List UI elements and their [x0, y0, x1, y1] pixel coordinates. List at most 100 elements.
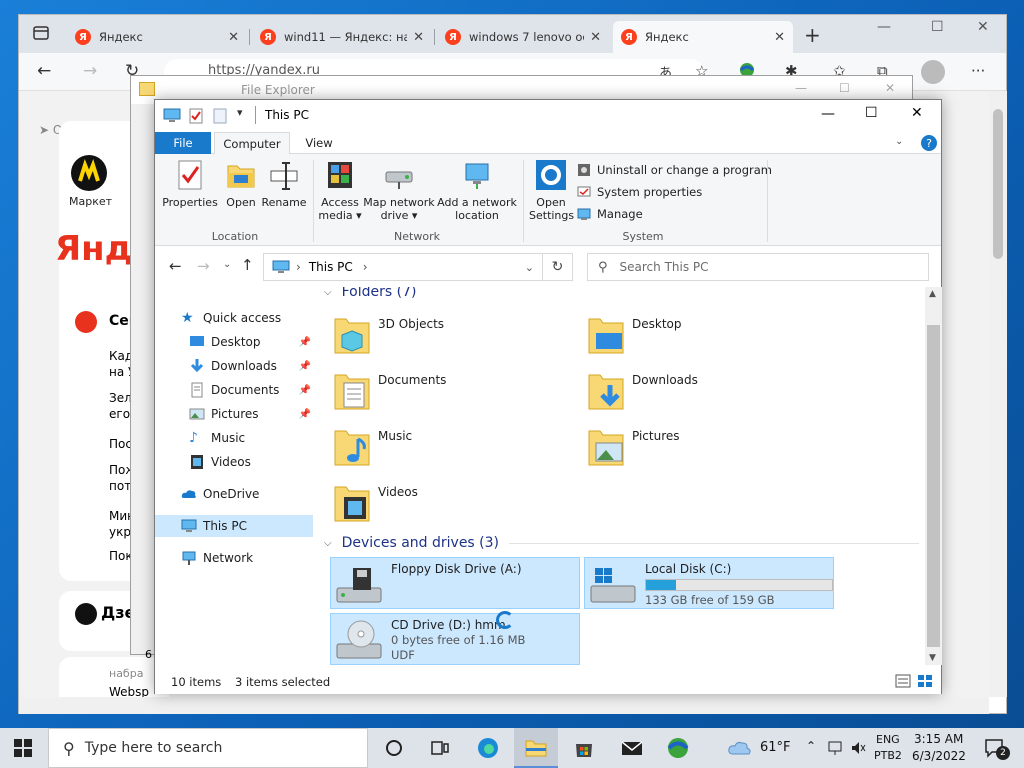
- vertical-scrollbar[interactable]: ▲ ▼: [925, 287, 942, 665]
- file-explorer-window[interactable]: ▾ This PC — ☐ ✕ File Computer View ⌄ ? P…: [154, 99, 942, 694]
- properties-button[interactable]: Properties: [162, 158, 218, 209]
- nav-item-desktop[interactable]: Desktop 📌: [155, 331, 315, 353]
- cortana-icon[interactable]: [382, 736, 406, 760]
- close-icon[interactable]: ✕: [228, 30, 239, 45]
- tab-file[interactable]: File: [155, 132, 211, 154]
- search-input[interactable]: ⚲ Search This PC: [587, 253, 929, 281]
- new-folder-quick-icon[interactable]: [213, 108, 227, 127]
- folders-section-header[interactable]: ⌵ Folders (7): [324, 287, 416, 300]
- manage-button[interactable]: Manage: [577, 204, 643, 224]
- nav-item-downloads[interactable]: Downloads 📌: [155, 355, 315, 377]
- windows-start-icon[interactable]: [14, 739, 32, 760]
- refresh-button[interactable]: ↻: [543, 253, 573, 281]
- devices-section-header[interactable]: ⌵ Devices and drives (3): [324, 535, 919, 551]
- minimize-icon[interactable]: —: [795, 81, 807, 95]
- edge-browser-icon[interactable]: [476, 736, 500, 760]
- forward-arrow-icon[interactable]: →: [197, 257, 210, 275]
- close-icon[interactable]: ✕: [885, 81, 895, 95]
- access-media-button[interactable]: Access media ▾: [318, 158, 362, 222]
- language-indicator[interactable]: ENG: [876, 733, 900, 746]
- pin-icon[interactable]: 📌: [299, 361, 311, 372]
- keyboard-layout[interactable]: PTB2: [874, 749, 902, 762]
- help-icon[interactable]: ?: [921, 135, 937, 151]
- browser-horizontal-scrollbar[interactable]: [19, 697, 989, 714]
- nav-item-documents[interactable]: Documents 📌: [155, 379, 315, 401]
- minimize-icon[interactable]: —: [821, 106, 835, 122]
- market-logo-icon[interactable]: [71, 155, 107, 191]
- news-line[interactable]: Зел: [109, 391, 132, 405]
- scroll-up-icon[interactable]: ▲: [929, 289, 936, 299]
- browser-tab-active[interactable]: Я Яндекс ✕: [613, 21, 793, 53]
- browser-tab[interactable]: Я windows 7 lenovo oe ✕: [437, 21, 609, 53]
- store-icon[interactable]: [572, 736, 596, 760]
- pin-icon[interactable]: 📌: [299, 337, 311, 348]
- network-icon[interactable]: [828, 740, 844, 759]
- nav-item-this-pc[interactable]: This PC: [155, 515, 313, 537]
- profile-avatar[interactable]: [921, 60, 945, 84]
- close-icon[interactable]: ✕: [413, 30, 424, 45]
- drive-item-local-disk[interactable]: Local Disk (C:) 133 GB free of 159 GB: [584, 557, 834, 609]
- open-button[interactable]: Open: [221, 158, 261, 209]
- map-network-drive-button[interactable]: Map network drive ▾: [363, 158, 435, 222]
- nav-item-music[interactable]: ♪ Music: [155, 427, 315, 449]
- tab-computer[interactable]: Computer: [214, 132, 290, 155]
- nav-item-pictures[interactable]: Pictures 📌: [155, 403, 315, 425]
- news-line[interactable]: Пос: [109, 437, 132, 451]
- uninstall-program-button[interactable]: Uninstall or change a program: [577, 160, 772, 180]
- folder-item-documents[interactable]: Documents: [332, 369, 572, 421]
- minimize-icon[interactable]: —: [877, 19, 891, 35]
- scrollbar-thumb[interactable]: [993, 109, 1003, 259]
- back-arrow-icon[interactable]: ←: [169, 257, 182, 275]
- news-line[interactable]: его: [109, 407, 130, 421]
- close-icon[interactable]: ✕: [590, 30, 601, 45]
- close-icon[interactable]: ✕: [774, 30, 785, 45]
- open-settings-button[interactable]: Open Settings: [529, 158, 574, 222]
- weather-cloud-icon[interactable]: [728, 738, 752, 759]
- folder-item-desktop[interactable]: Desktop: [586, 313, 826, 365]
- maximize-icon[interactable]: ☐: [931, 19, 944, 35]
- close-window-icon[interactable]: ✕: [977, 19, 989, 35]
- nav-item-onedrive[interactable]: OneDrive: [155, 483, 315, 505]
- rename-button[interactable]: Rename: [261, 158, 307, 209]
- tab-actions-icon[interactable]: [33, 25, 49, 44]
- market-label[interactable]: Маркет: [69, 195, 112, 208]
- clock-time[interactable]: 3:15 AM: [914, 732, 963, 746]
- back-arrow-icon[interactable]: ←: [37, 61, 51, 81]
- browser-vertical-scrollbar[interactable]: [989, 91, 1007, 697]
- maximize-icon[interactable]: ☐: [865, 105, 878, 121]
- more-icon[interactable]: ···: [971, 62, 985, 80]
- folder-item-downloads[interactable]: Downloads: [586, 369, 826, 421]
- maximize-icon[interactable]: ☐: [839, 81, 850, 95]
- chevron-down-icon[interactable]: ⌄: [525, 261, 534, 274]
- browser-tab[interactable]: Я Яндекс ✕: [67, 21, 247, 53]
- folder-item-music[interactable]: Music: [332, 425, 572, 477]
- address-bar[interactable]: › This PC › ⌄: [263, 253, 543, 281]
- news-line[interactable]: пот: [109, 479, 131, 493]
- mail-icon[interactable]: [620, 736, 644, 760]
- system-properties-button[interactable]: System properties: [577, 182, 702, 202]
- weather-temperature[interactable]: 61°F: [760, 740, 791, 755]
- drive-item-floppy[interactable]: Floppy Disk Drive (A:): [330, 557, 580, 609]
- forward-arrow-icon[interactable]: →: [83, 61, 97, 81]
- folder-item-pictures[interactable]: Pictures: [586, 425, 826, 477]
- folder-item-3d-objects[interactable]: 3D Objects: [332, 313, 572, 365]
- scroll-down-icon[interactable]: ▼: [929, 653, 936, 663]
- customize-toolbar-icon[interactable]: ▾: [237, 106, 243, 119]
- scrollbar-thumb[interactable]: [927, 325, 940, 647]
- recent-locations-icon[interactable]: ⌄: [223, 259, 231, 270]
- volume-muted-icon[interactable]: [850, 740, 866, 759]
- details-view-icon[interactable]: [895, 674, 911, 691]
- nav-item-quick-access[interactable]: ★ Quick access: [155, 307, 315, 329]
- task-view-icon[interactable]: [428, 736, 452, 760]
- drive-item-cd[interactable]: CD Drive (D:) hmm 0 bytes free of 1.16 M…: [330, 613, 580, 665]
- expand-ribbon-icon[interactable]: ⌄: [895, 136, 903, 147]
- browser-tab[interactable]: Я wind11 — Яндекс: на ✕: [252, 21, 432, 53]
- large-icons-view-icon[interactable]: [917, 674, 933, 691]
- pin-icon[interactable]: 📌: [299, 385, 311, 396]
- taskbar-search-input[interactable]: ⚲ Type here to search: [48, 728, 368, 768]
- clock-date[interactable]: 6/3/2022: [912, 749, 966, 763]
- show-hidden-icons-icon[interactable]: ⌃: [806, 739, 816, 753]
- tab-view[interactable]: View: [295, 132, 343, 154]
- nav-item-network[interactable]: Network: [155, 547, 315, 569]
- folder-item-videos[interactable]: Videos: [332, 481, 572, 533]
